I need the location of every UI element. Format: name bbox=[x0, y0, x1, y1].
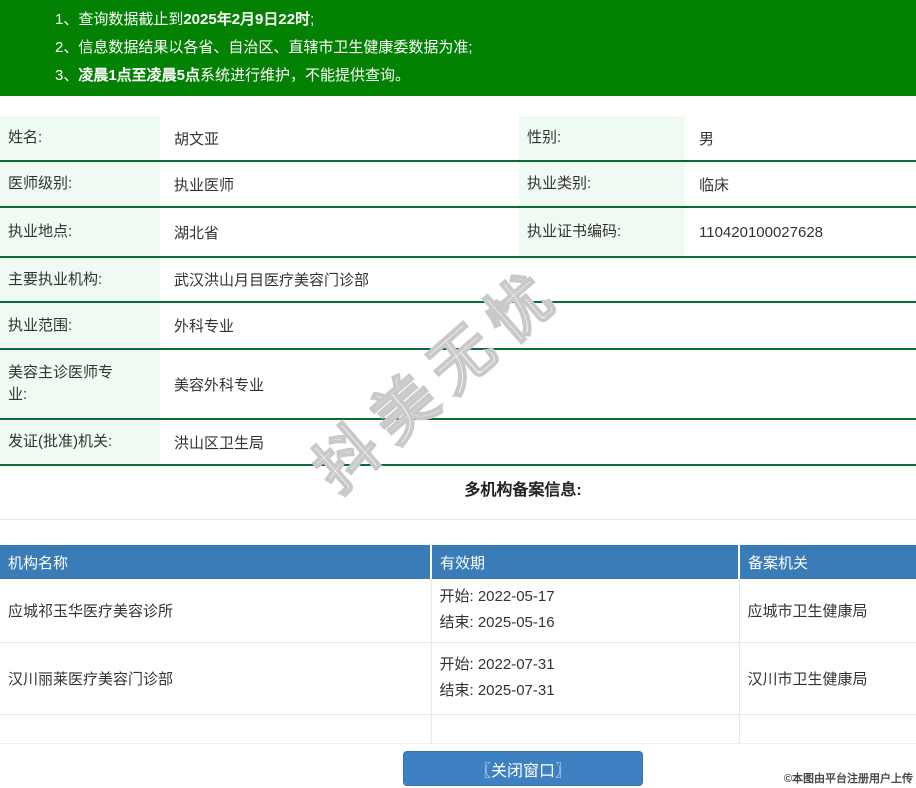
field-label: 执业范围: bbox=[0, 302, 160, 350]
validity-start: 开始: 2022-07-31 bbox=[440, 652, 738, 678]
record-row: 汉川丽莱医疗美容门诊部 开始: 2022-07-31 结束: 2025-07-3… bbox=[0, 642, 916, 715]
validity-cell: 开始: 2022-05-17 结束: 2025-05-16 bbox=[430, 579, 739, 643]
field-label-text: 执业范围: bbox=[8, 316, 73, 334]
validity-end: 结束: 2025-05-16 bbox=[440, 610, 738, 636]
info-row: 执业地点: 湖北省 执业证书编码: 110420100027628 bbox=[0, 207, 916, 258]
info-row: 主要执业机构: 武汉洪山月目医疗美容门诊部 bbox=[0, 257, 916, 303]
notice-bold-text: 2025年2月9日22时 bbox=[183, 11, 311, 28]
section-divider bbox=[0, 519, 916, 520]
notice-text: 3、 bbox=[55, 67, 79, 84]
authority-cell bbox=[738, 714, 916, 743]
record-row: 应城祁玉华医疗美容诊所 开始: 2022-05-17 结束: 2025-05-1… bbox=[0, 579, 916, 643]
column-header-validity: 有效期 bbox=[430, 545, 739, 579]
field-label-text: 执业类别: bbox=[527, 175, 592, 192]
field-value: 美容外科专业 bbox=[160, 349, 916, 420]
field-label: 发证(批准)机关: bbox=[0, 419, 160, 466]
field-label-text: 发证(批准)机关: bbox=[8, 433, 113, 450]
authority-cell: 应城市卫生健康局 bbox=[738, 579, 916, 643]
field-label-text: 性别: bbox=[527, 129, 562, 146]
field-value: 武汉洪山月目医疗美容门诊部 bbox=[160, 257, 916, 303]
column-header-institution: 机构名称 bbox=[0, 545, 431, 579]
field-value: 执业医师 bbox=[160, 161, 519, 208]
validity-cell: 开始: 2022-07-31 结束: 2025-07-31 bbox=[430, 642, 739, 715]
field-label: 姓名: bbox=[0, 116, 160, 162]
platform-upload-stamp: ©本图由平台注册用户上传 bbox=[783, 773, 913, 785]
record-row: 开始: 2023-01-06 bbox=[0, 714, 916, 743]
notice-bold-text: 凌晨1点至凌晨5点 bbox=[78, 67, 201, 84]
field-value: 外科专业 bbox=[160, 302, 916, 350]
doctor-info-table: 姓名: 胡文亚 性别: 男 医师级别: 执业医师 执业类别: 临床 执业地点: … bbox=[0, 116, 916, 466]
records-table-clip: 机构名称 有效期 备案机关 应城祁玉华医疗美容诊所 开始: 2022-05-17… bbox=[0, 545, 916, 744]
info-row: 执业范围: 外科专业 bbox=[0, 302, 916, 350]
validity-end-date: 2025-07-31 bbox=[477, 682, 555, 699]
field-label: 执业证书编码: bbox=[519, 207, 685, 258]
validity-start-date: 2022-05-17 bbox=[477, 588, 555, 606]
notice-text: 系统进行维护，不能提供查询。 bbox=[200, 67, 411, 84]
info-row: 美容主诊医师专业: 美容外科专业 bbox=[0, 349, 916, 420]
field-label-text: 主要执业机构: bbox=[8, 270, 103, 288]
validity-end-date: 2025-05-16 bbox=[477, 614, 555, 632]
validity-start-label: 开始: bbox=[439, 588, 474, 606]
validity-end: 结束: 2025-07-31 bbox=[440, 678, 738, 704]
field-value: 洪山区卫生局 bbox=[160, 419, 916, 466]
field-value: 110420100027628 bbox=[685, 207, 916, 258]
validity-end-label: 结束: bbox=[439, 682, 474, 699]
institution-name-cell: 应城祁玉华医疗美容诊所 bbox=[0, 579, 431, 643]
records-header-row: 机构名称 有效期 备案机关 bbox=[0, 545, 916, 579]
institution-name-cell bbox=[0, 714, 431, 743]
field-label: 执业类别: bbox=[519, 161, 685, 208]
notice-banner: 1、查询数据截止到2025年2月9日22时; 2、信息数据结果以各省、自治区、直… bbox=[0, 0, 916, 96]
field-value: 男 bbox=[685, 116, 916, 162]
validity-start: 开始: 2022-05-17 bbox=[440, 584, 738, 610]
validity-start: 开始: 2023-01-06 bbox=[440, 741, 738, 743]
field-label: 性别: bbox=[519, 116, 685, 162]
authority-cell: 汉川市卫生健康局 bbox=[738, 642, 916, 715]
field-label-text: 执业地点: bbox=[8, 223, 73, 240]
close-window-button[interactable]: 〖关闭窗口〗 bbox=[403, 751, 643, 786]
info-row: 姓名: 胡文亚 性别: 男 bbox=[0, 116, 916, 162]
records-section-title: 多机构备案信息: bbox=[464, 482, 582, 499]
field-label-text: 执业证书编码: bbox=[527, 223, 622, 240]
validity-end-label: 结束: bbox=[439, 614, 474, 632]
notice-text: ; bbox=[310, 11, 315, 28]
validity-cell: 开始: 2023-01-06 bbox=[430, 714, 739, 743]
notice-item: 3、凌晨1点至凌晨5点系统进行维护，不能提供查询。 bbox=[55, 62, 916, 90]
field-label-text: 美容主诊医师专业: bbox=[8, 364, 114, 403]
field-label-text: 姓名: bbox=[8, 129, 43, 146]
field-value: 湖北省 bbox=[160, 207, 519, 258]
field-label: 主要执业机构: bbox=[0, 257, 160, 303]
field-label: 美容主诊医师专业: bbox=[0, 349, 160, 420]
field-label: 医师级别: bbox=[0, 161, 160, 208]
notice-text: 2、信息数据结果以各省、自治区、直辖市卫生健康委数据为准; bbox=[55, 39, 473, 56]
institution-name-cell: 汉川丽莱医疗美容门诊部 bbox=[0, 642, 431, 715]
field-value: 胡文亚 bbox=[160, 116, 519, 162]
notice-text: 1、查询数据截止到 bbox=[55, 11, 184, 28]
field-label: 执业地点: bbox=[0, 207, 160, 258]
validity-start-date: 2022-07-31 bbox=[477, 656, 555, 673]
page: 1、查询数据截止到2025年2月9日22时; 2、信息数据结果以各省、自治区、直… bbox=[0, 0, 916, 786]
info-row: 医师级别: 执业医师 执业类别: 临床 bbox=[0, 161, 916, 208]
button-row: 〖关闭窗口〗 bbox=[0, 751, 916, 786]
field-label-text: 医师级别: bbox=[8, 175, 73, 192]
field-value: 临床 bbox=[685, 161, 916, 208]
notice-item: 2、信息数据结果以各省、自治区、直辖市卫生健康委数据为准; bbox=[55, 34, 916, 62]
column-header-authority: 备案机关 bbox=[738, 545, 916, 579]
notice-item: 1、查询数据截止到2025年2月9日22时; bbox=[55, 6, 916, 34]
info-row: 发证(批准)机关: 洪山区卫生局 bbox=[0, 419, 916, 466]
validity-start-label: 开始: bbox=[439, 656, 474, 673]
records-table: 机构名称 有效期 备案机关 应城祁玉华医疗美容诊所 开始: 2022-05-17… bbox=[0, 545, 916, 743]
